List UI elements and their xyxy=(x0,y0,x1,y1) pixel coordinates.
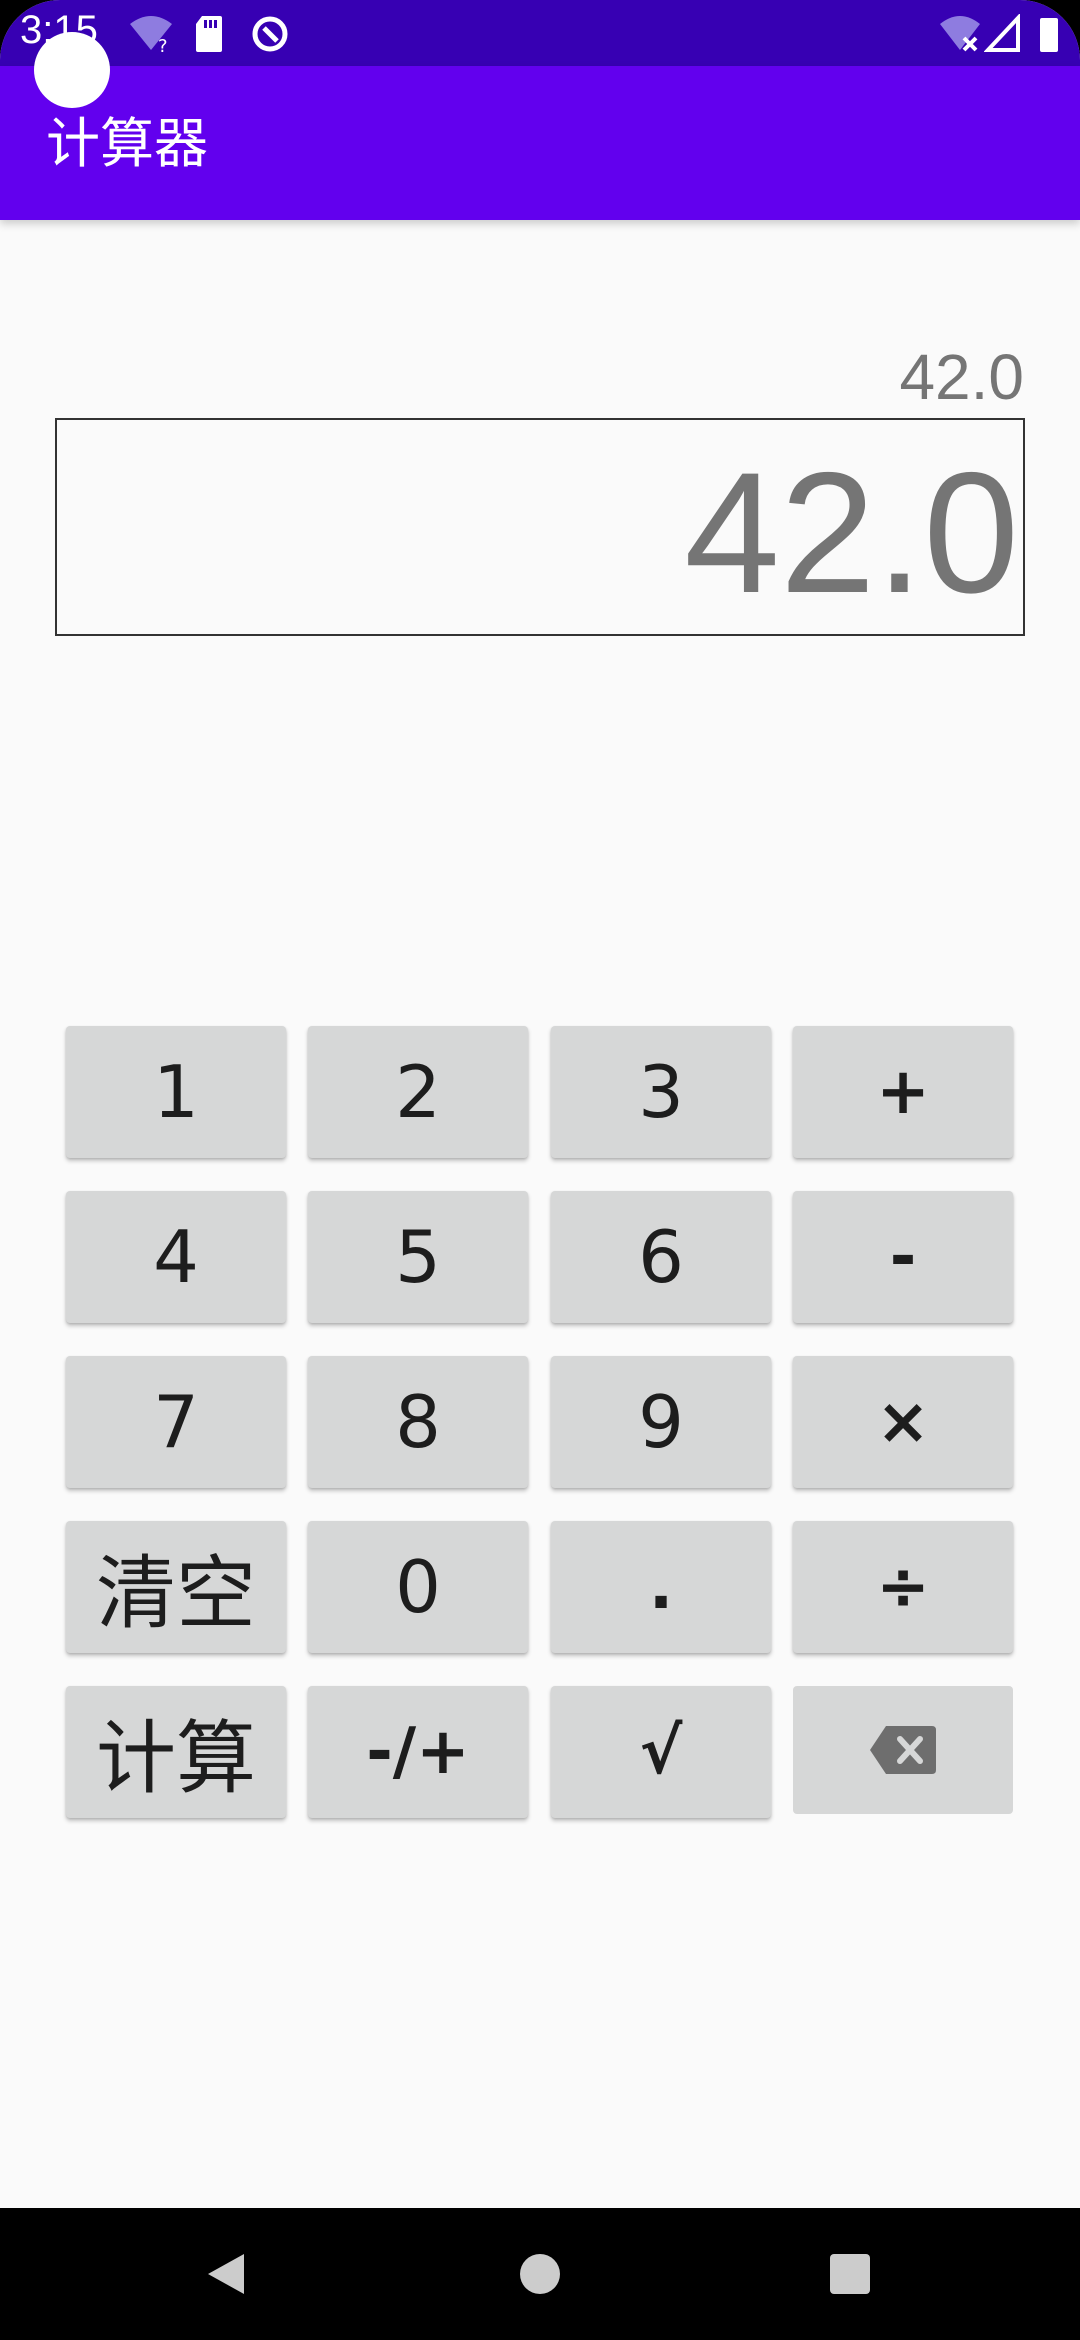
sd-card-icon xyxy=(196,16,222,52)
key-3-label: 3 xyxy=(638,1050,684,1134)
backspace-icon xyxy=(870,1726,936,1774)
calculate-button[interactable]: 计算 xyxy=(66,1686,286,1818)
negate-label: -/+ xyxy=(366,1715,470,1789)
decimal-point-button[interactable]: . xyxy=(551,1521,771,1653)
minus-label: - xyxy=(889,1220,917,1294)
result-text: 42.0 xyxy=(684,437,1019,629)
sqrt-label: √ xyxy=(639,1715,683,1789)
divide-label: ÷ xyxy=(876,1550,930,1624)
key-1-button[interactable]: 1 xyxy=(66,1026,286,1158)
signal-icon xyxy=(984,14,1020,52)
key-2-button[interactable]: 2 xyxy=(308,1026,528,1158)
clear-label: 清空 xyxy=(96,1547,256,1640)
key-0-label: 0 xyxy=(395,1545,441,1629)
plus-button[interactable]: + xyxy=(793,1026,1013,1158)
battery-icon xyxy=(1040,18,1058,52)
key-8-button[interactable]: 8 xyxy=(308,1356,528,1488)
svg-text:?: ? xyxy=(158,36,168,54)
multiply-button[interactable]: × xyxy=(793,1356,1013,1488)
status-bar: 3:15 ? xyxy=(0,0,1080,66)
key-2-label: 2 xyxy=(395,1050,441,1134)
key-0-button[interactable]: 0 xyxy=(308,1521,528,1653)
key-3-button[interactable]: 3 xyxy=(551,1026,771,1158)
navigation-bar xyxy=(0,2208,1080,2340)
key-7-label: 7 xyxy=(153,1380,199,1464)
key-9-button[interactable]: 9 xyxy=(551,1356,771,1488)
wifi-off-icon xyxy=(940,16,980,52)
result-display[interactable]: 42.0 xyxy=(55,418,1025,636)
key-6-label: 6 xyxy=(638,1215,684,1299)
home-icon[interactable] xyxy=(518,2250,562,2298)
wifi-question-icon: ? xyxy=(130,16,172,54)
expression-display: 42.0 xyxy=(899,341,1024,413)
key-4-label: 4 xyxy=(153,1215,199,1299)
divide-button[interactable]: ÷ xyxy=(793,1521,1013,1653)
key-4-button[interactable]: 4 xyxy=(66,1191,286,1323)
sync-icon xyxy=(252,16,288,52)
backspace-button[interactable] xyxy=(793,1686,1013,1814)
minus-button[interactable]: - xyxy=(793,1191,1013,1323)
clear-button[interactable]: 清空 xyxy=(66,1521,286,1653)
decimal-point-label: . xyxy=(648,1550,674,1624)
multiply-label: × xyxy=(876,1385,930,1459)
calculate-label: 计算 xyxy=(96,1712,256,1805)
key-7-button[interactable]: 7 xyxy=(66,1356,286,1488)
key-1-label: 1 xyxy=(153,1050,199,1134)
key-8-label: 8 xyxy=(395,1380,441,1464)
sqrt-button[interactable]: √ xyxy=(551,1686,771,1818)
recents-icon[interactable] xyxy=(828,2250,872,2298)
negate-button[interactable]: -/+ xyxy=(308,1686,528,1818)
floating-dot[interactable] xyxy=(34,32,110,108)
key-5-label: 5 xyxy=(395,1215,441,1299)
app-title: 计算器 xyxy=(46,112,208,175)
plus-label: + xyxy=(876,1055,930,1129)
app-bar: 计算器 xyxy=(0,66,1080,220)
key-9-label: 9 xyxy=(638,1380,684,1464)
key-5-button[interactable]: 5 xyxy=(308,1191,528,1323)
key-6-button[interactable]: 6 xyxy=(551,1191,771,1323)
back-icon[interactable] xyxy=(204,2250,248,2298)
phone-screen: 3:15 ? 计算器 42.0 42.0 1 2 3 + 4 5 6 - 7 8… xyxy=(0,0,1080,2340)
